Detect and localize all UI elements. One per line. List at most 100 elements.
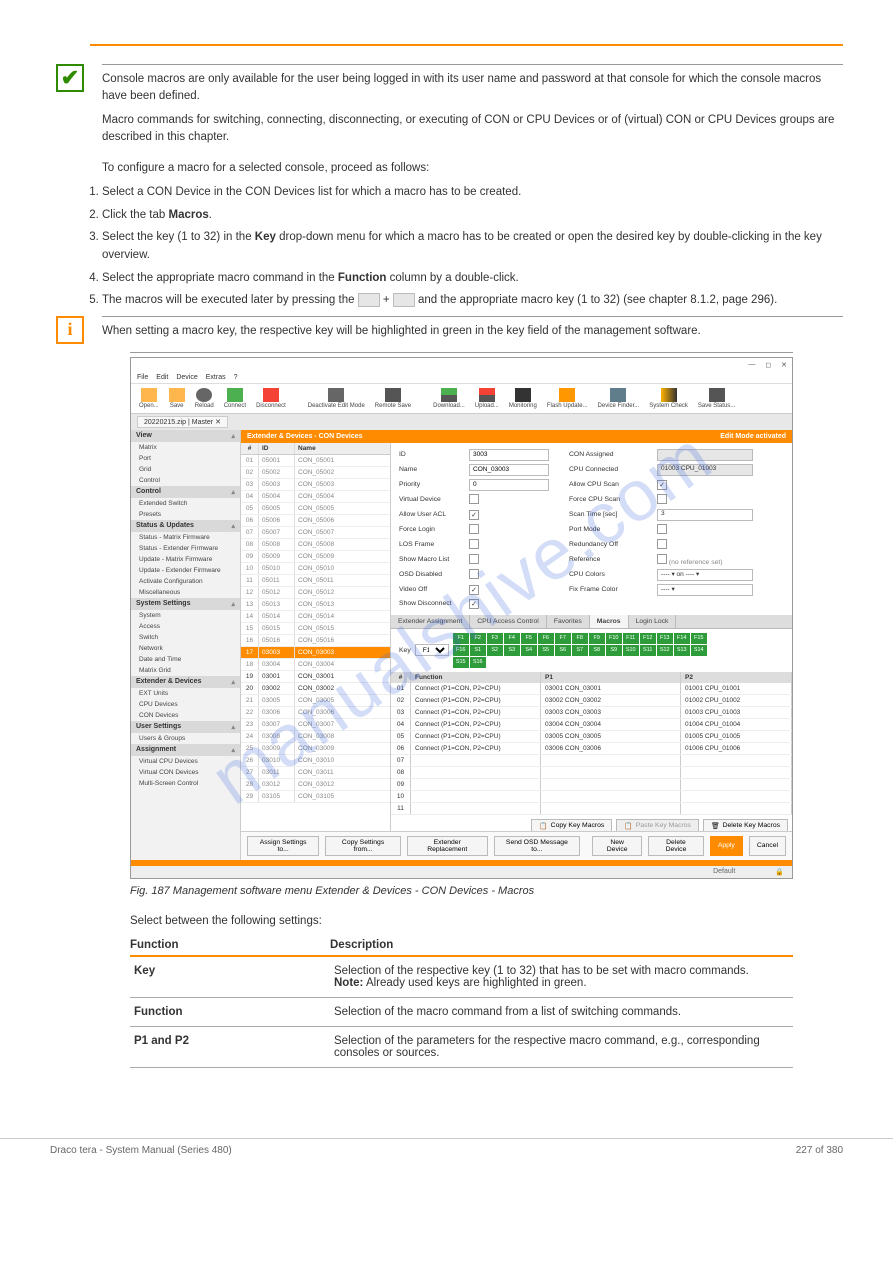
fkey-F16[interactable]: F16 xyxy=(453,645,469,656)
list-item[interactable]: 0205002CON_05002 xyxy=(241,467,390,479)
fkey-S7[interactable]: S7 xyxy=(572,645,588,656)
macro-row[interactable]: 07 xyxy=(391,755,792,767)
sidebar-item[interactable]: Presets xyxy=(131,509,240,520)
fkey-S9[interactable]: S9 xyxy=(606,645,622,656)
tb-savestatus[interactable]: Save Status... xyxy=(694,386,739,411)
list-item[interactable]: 0105001CON_05001 xyxy=(241,455,390,467)
sidebar-item[interactable]: Control xyxy=(131,475,240,486)
macro-row[interactable]: 11 xyxy=(391,803,792,815)
fkey-F15[interactable]: F15 xyxy=(691,633,707,644)
sidebar-item[interactable]: Matrix xyxy=(131,442,240,453)
sidebar-item[interactable]: Access xyxy=(131,621,240,632)
list-item[interactable]: 0505005CON_05005 xyxy=(241,503,390,515)
sidebar-item[interactable]: Matrix Grid xyxy=(131,665,240,676)
new-device-button[interactable]: New Device xyxy=(592,836,642,856)
apply-button[interactable]: Apply xyxy=(710,836,743,856)
delete-device-button[interactable]: Delete Device xyxy=(648,836,704,856)
checkbox[interactable] xyxy=(657,494,667,504)
sidebar-item[interactable]: Activate Configuration xyxy=(131,576,240,587)
tb-deactivate[interactable]: Deactivate Edit Mode xyxy=(304,386,369,411)
tb-open[interactable]: Open... xyxy=(135,386,163,411)
tb-flash[interactable]: Flash Update... xyxy=(543,386,592,411)
checkbox[interactable] xyxy=(657,539,667,549)
list-item[interactable]: 0905009CON_05009 xyxy=(241,551,390,563)
list-item[interactable]: 2703011CON_03011 xyxy=(241,767,390,779)
fkey-S12[interactable]: S12 xyxy=(657,645,673,656)
sidebar-item[interactable]: System xyxy=(131,610,240,621)
fkey-S3[interactable]: S3 xyxy=(504,645,520,656)
ext-replace-button[interactable]: Extender Replacement xyxy=(407,836,488,856)
list-item[interactable]: 1903001CON_03001 xyxy=(241,671,390,683)
macro-row[interactable]: 09 xyxy=(391,779,792,791)
fkey-F9[interactable]: F9 xyxy=(589,633,605,644)
side-ext[interactable]: Extender & Devices xyxy=(131,676,240,688)
fkey-S11[interactable]: S11 xyxy=(640,645,656,656)
side-control[interactable]: Control xyxy=(131,486,240,498)
list-item[interactable]: 2503009CON_03009 xyxy=(241,743,390,755)
sidebar-item[interactable]: Date and Time xyxy=(131,654,240,665)
sidebar-item[interactable]: Port xyxy=(131,453,240,464)
sidebar-item[interactable]: Switch xyxy=(131,632,240,643)
tb-finder[interactable]: Device Finder... xyxy=(594,386,644,411)
checkbox[interactable] xyxy=(469,554,479,564)
assign-settings-button[interactable]: Assign Settings to... xyxy=(247,836,319,856)
macro-row[interactable]: 01Connect (P1=CON, P2=CPU)03001 CON_0300… xyxy=(391,683,792,695)
list-item[interactable]: 2303007CON_03007 xyxy=(241,719,390,731)
list-item[interactable]: 0805008CON_05008 xyxy=(241,539,390,551)
checkbox[interactable]: ✓ xyxy=(469,510,479,520)
file-tab[interactable]: 20220215.zip | Master ✕ xyxy=(137,416,228,428)
checkbox[interactable] xyxy=(469,494,479,504)
form-input[interactable] xyxy=(469,464,549,476)
sidebar-item[interactable]: Status - Extender Firmware xyxy=(131,543,240,554)
list-item[interactable]: 0705007CON_05007 xyxy=(241,527,390,539)
fkey-F7[interactable]: F7 xyxy=(555,633,571,644)
fkey-S14[interactable]: S14 xyxy=(691,645,707,656)
send-osd-button[interactable]: Send OSD Message to... xyxy=(494,836,580,856)
fkey-F13[interactable]: F13 xyxy=(657,633,673,644)
list-item[interactable]: 0405004CON_05004 xyxy=(241,491,390,503)
fkey-F1[interactable]: F1 xyxy=(453,633,469,644)
tab-loginlock[interactable]: Login Lock xyxy=(629,615,677,628)
list-item[interactable]: 2003002CON_03002 xyxy=(241,683,390,695)
sidebar-item[interactable]: CON Devices xyxy=(131,710,240,721)
fkey-S16[interactable]: S16 xyxy=(470,657,486,668)
side-user[interactable]: User Settings xyxy=(131,721,240,733)
tab-cpuaccess[interactable]: CPU Access Control xyxy=(470,615,547,628)
list-item[interactable]: 0605006CON_05006 xyxy=(241,515,390,527)
checkbox[interactable]: ✓ xyxy=(469,585,479,595)
sidebar-item[interactable]: Network xyxy=(131,643,240,654)
tb-reload[interactable]: Reload xyxy=(191,386,218,411)
checkbox[interactable]: ✓ xyxy=(657,480,667,490)
fkey-S10[interactable]: S10 xyxy=(623,645,639,656)
sidebar-item[interactable]: Virtual CPU Devices xyxy=(131,756,240,767)
delete-macros-button[interactable]: 🗑 Delete Key Macros xyxy=(703,819,788,831)
tb-download[interactable]: Download... xyxy=(429,386,469,411)
side-view[interactable]: View xyxy=(131,430,240,442)
sidebar-item[interactable]: CPU Devices xyxy=(131,699,240,710)
checkbox[interactable]: ✓ xyxy=(469,599,479,609)
tab-macros[interactable]: Macros xyxy=(590,615,629,628)
form-input[interactable] xyxy=(469,479,549,491)
sidebar-item[interactable]: Update - Matrix Firmware xyxy=(131,554,240,565)
sidebar-item[interactable]: Grid xyxy=(131,464,240,475)
fkey-F10[interactable]: F10 xyxy=(606,633,622,644)
side-assign[interactable]: Assignment xyxy=(131,744,240,756)
cancel-button[interactable]: Cancel xyxy=(749,836,786,856)
tab-extender[interactable]: Extender Assignment xyxy=(391,615,470,628)
sidebar-item[interactable]: Miscellaneous xyxy=(131,587,240,598)
list-item[interactable]: 1205012CON_05012 xyxy=(241,587,390,599)
sidebar-item[interactable]: Users & Groups xyxy=(131,733,240,744)
tb-upload[interactable]: Upload... xyxy=(471,386,503,411)
tab-favorites[interactable]: Favorites xyxy=(547,615,590,628)
fkey-S5[interactable]: S5 xyxy=(538,645,554,656)
fkey-S8[interactable]: S8 xyxy=(589,645,605,656)
close-icon[interactable]: ✕ xyxy=(781,361,787,369)
fkey-S6[interactable]: S6 xyxy=(555,645,571,656)
tb-remotesave[interactable]: Remote Save xyxy=(371,386,415,411)
macro-row[interactable]: 02Connect (P1=CON, P2=CPU)03002 CON_0300… xyxy=(391,695,792,707)
fkey-F3[interactable]: F3 xyxy=(487,633,503,644)
fkey-S13[interactable]: S13 xyxy=(674,645,690,656)
macro-row[interactable]: 05Connect (P1=CON, P2=CPU)03005 CON_0300… xyxy=(391,731,792,743)
sidebar-item[interactable]: EXT Units xyxy=(131,688,240,699)
fkey-F2[interactable]: F2 xyxy=(470,633,486,644)
